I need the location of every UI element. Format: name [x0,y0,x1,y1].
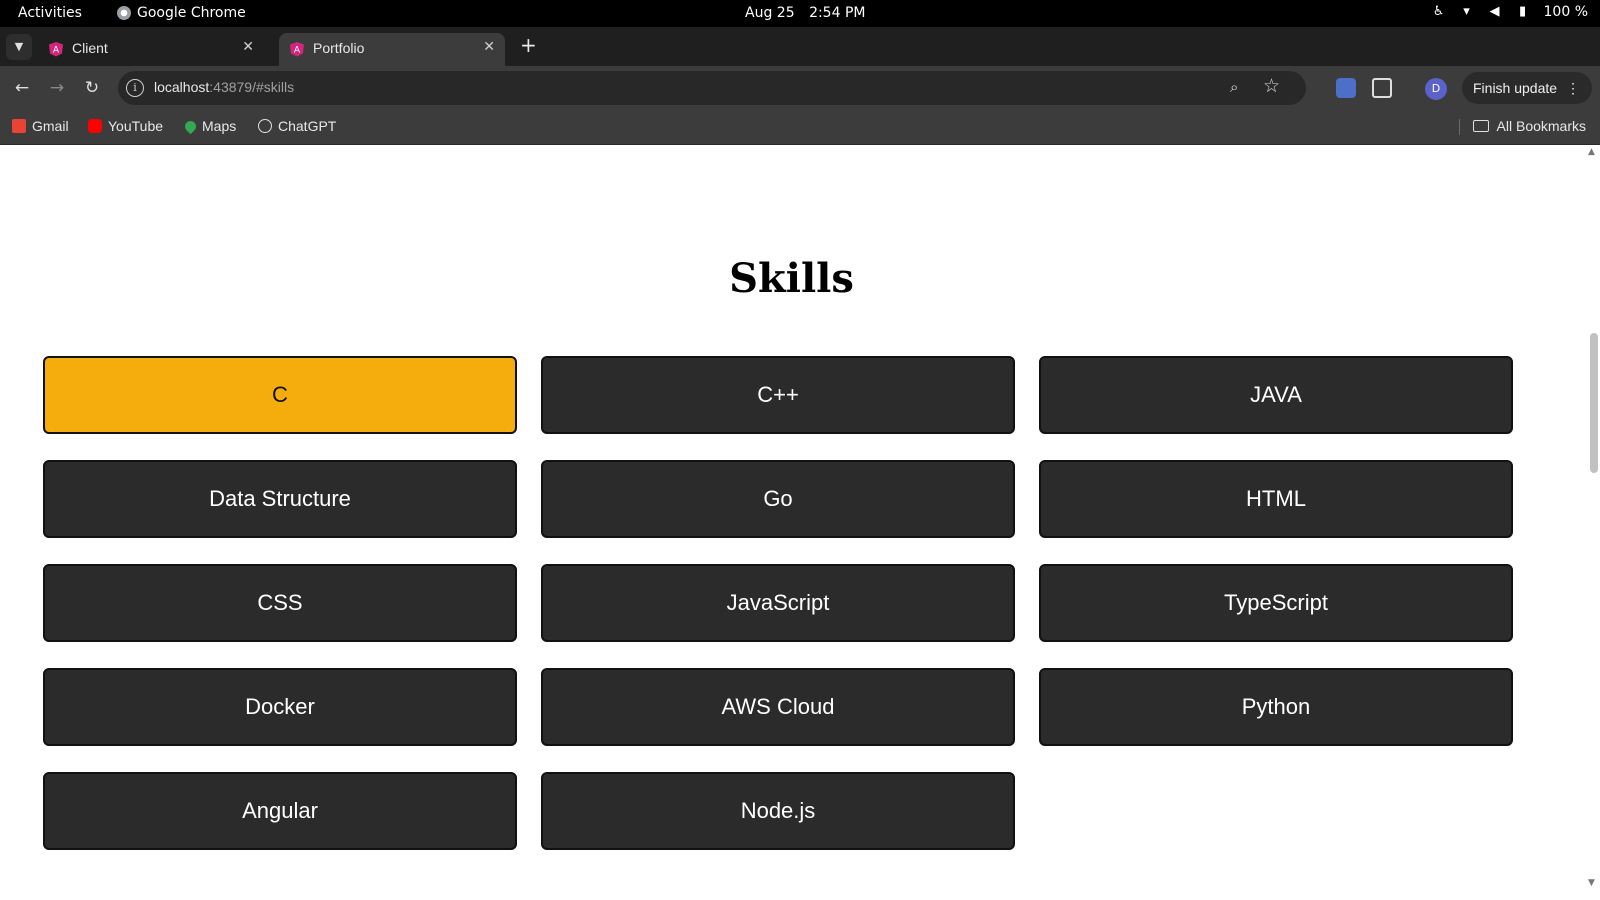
back-button[interactable]: ← [11,77,33,99]
all-bookmarks-label: All Bookmarks [1496,118,1586,134]
skill-card[interactable]: HTML [1039,460,1513,538]
svg-text:A: A [53,46,60,56]
angular-icon: A [290,42,304,57]
address-bar[interactable]: i localhost:43879/#skills ⌕ ☆ [118,71,1306,105]
skill-card[interactable]: C++ [541,356,1015,434]
finish-update-button[interactable]: Finish update ⋮ [1462,72,1592,104]
url-path: :43879/#skills [209,79,295,95]
bookmark-maps[interactable]: Maps [182,118,237,134]
svg-text:A: A [294,46,301,56]
site-info-icon[interactable]: i [126,79,144,97]
battery-icon: ▮ [1518,4,1527,19]
bookmarks-bar: Gmail YouTube Maps ChatGPT All Bookmarks [0,110,1600,145]
tab-title: Portfolio [313,40,365,56]
scroll-down-arrow-icon[interactable]: ▼ [1588,878,1595,888]
app-name: Google Chrome [137,5,246,21]
clock-time: 2:54 PM [809,5,866,21]
close-icon[interactable]: ✕ [483,38,495,55]
youtube-icon [88,119,102,133]
zoom-icon[interactable]: ⌕ [1230,78,1238,96]
page-content: Skills C C++ JAVA Data Structure Go HTML CSS Ja… [0,145,1583,900]
tab-title: Client [72,40,108,56]
bookmark-gmail[interactable]: Gmail [12,118,69,134]
scroll-up-arrow-icon[interactable]: ▲ [1588,147,1595,157]
skill-card[interactable]: Python [1039,668,1513,746]
reload-button[interactable]: ↻ [81,77,103,99]
bookmark-youtube[interactable]: YouTube [88,118,163,134]
new-tab-button[interactable]: + [520,33,537,57]
bookmark-label: YouTube [108,118,164,134]
url-text[interactable]: localhost:43879/#skills [154,79,294,95]
bookmark-star-icon[interactable]: ☆ [1263,75,1280,97]
extension-icon[interactable] [1336,78,1356,98]
extensions-puzzle-icon[interactable] [1372,78,1392,98]
page-title: Skills [729,255,854,302]
wifi-icon: ▾ [1463,4,1470,19]
skill-card[interactable]: AWS Cloud [541,668,1015,746]
skill-card[interactable]: Node.js [541,772,1015,850]
close-icon[interactable]: ✕ [242,38,254,55]
activities-button[interactable]: Activities [18,5,82,21]
volume-icon: ◀ [1489,4,1500,19]
skill-card[interactable]: Go [541,460,1015,538]
chrome-icon [117,6,131,20]
divider [1458,119,1460,135]
all-bookmarks-button[interactable]: All Bookmarks [1458,118,1586,135]
skill-card[interactable]: TypeScript [1039,564,1513,642]
tab-portfolio[interactable]: A Portfolio ✕ [279,33,505,66]
accessibility-icon[interactable]: ♿ [1432,5,1446,19]
battery-percent: 100 % [1543,4,1588,20]
bookmark-chatgpt[interactable]: ChatGPT [258,118,336,134]
bookmark-label: ChatGPT [278,118,337,134]
clock[interactable]: Aug 25 2:54 PM [745,5,865,21]
vertical-scrollbar[interactable]: ▲ ▼ [1583,145,1600,900]
app-menu[interactable]: Google Chrome [117,5,246,21]
finish-update-label: Finish update [1473,80,1558,96]
tab-client[interactable]: A Client ✕ [38,33,264,66]
forward-button[interactable]: → [46,77,68,99]
tab-search-button[interactable]: ▼ [6,34,32,60]
profile-avatar[interactable]: D [1425,78,1447,100]
tab-strip: ▼ A Client ✕ A Portfolio ✕ + [0,27,1600,66]
url-host: localhost [154,79,210,95]
scrollbar-thumb[interactable] [1590,333,1598,473]
gmail-icon [12,119,26,133]
clock-date: Aug 25 [745,5,795,21]
skill-card[interactable]: Data Structure [43,460,517,538]
skills-grid: C C++ JAVA Data Structure Go HTML CSS JavaScrip… [43,356,1513,850]
skill-card[interactable]: JavaScript [541,564,1015,642]
maps-icon [182,118,199,134]
skill-card[interactable]: Angular [43,772,517,850]
kebab-menu-icon: ⋮ [1566,80,1580,96]
chatgpt-icon [258,119,272,133]
bookmark-label: Gmail [32,118,69,134]
folder-icon [1472,120,1489,132]
bookmark-label: Maps [202,118,237,134]
skill-card[interactable]: JAVA [1039,356,1513,434]
system-status-area[interactable]: ♿ ▾ ◀ ▮ 100 % [1432,4,1588,20]
skill-card[interactable]: CSS [43,564,517,642]
system-top-bar: Activities Google Chrome Aug 25 2:54 PM … [0,0,1600,27]
skill-card[interactable]: Docker [43,668,517,746]
skill-card[interactable]: C [43,356,517,434]
browser-toolbar: ← → ↻ i localhost:43879/#skills ⌕ ☆ D Fi… [0,66,1600,110]
angular-icon: A [49,42,63,57]
